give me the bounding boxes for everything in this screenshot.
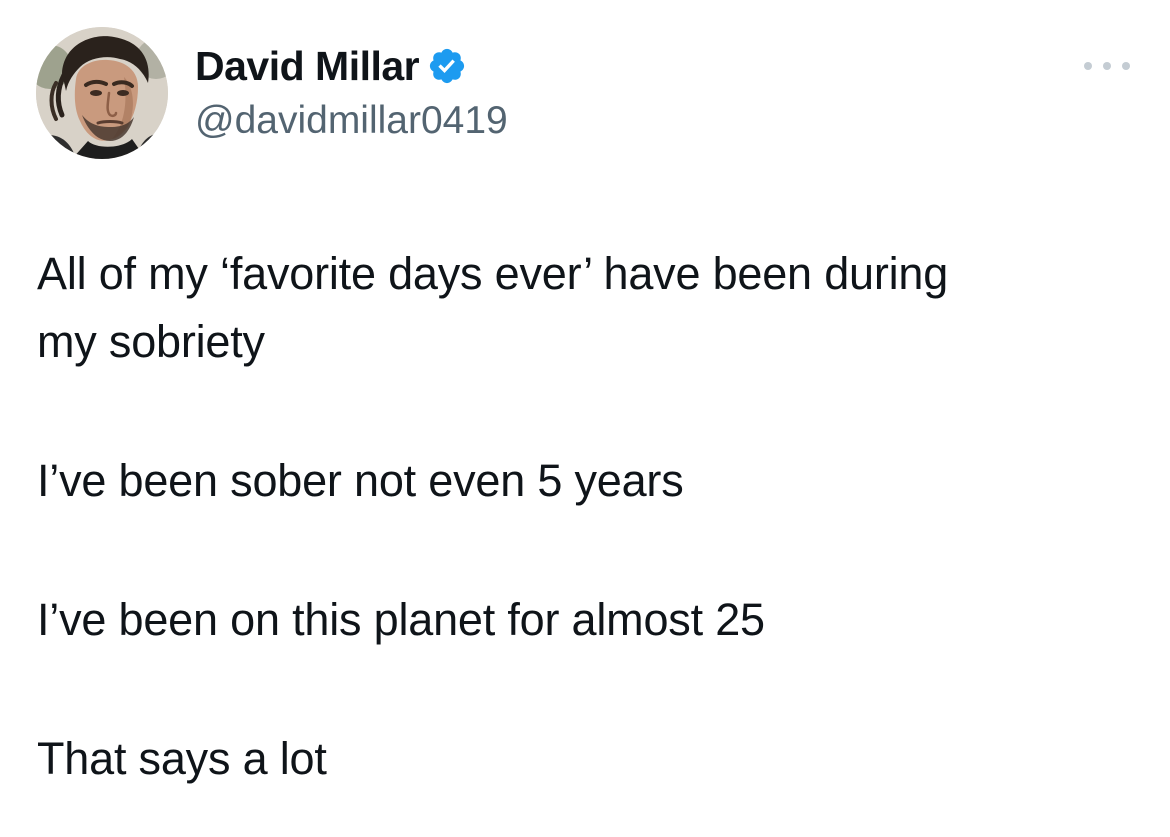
tweet-card: David Millar @davidmillar0419 All of my … xyxy=(0,0,1170,837)
author-handle[interactable]: @davidmillar0419 xyxy=(195,96,508,146)
author-name-row: David Millar xyxy=(195,40,467,92)
more-horizontal-icon xyxy=(1103,62,1111,70)
tweet-paragraph: I’ve been on this planet for almost 25 xyxy=(37,594,765,645)
tweet-paragraph: That says a lot xyxy=(37,733,327,784)
avatar[interactable] xyxy=(36,27,168,159)
tweet-text: All of my ‘favorite days ever’ have been… xyxy=(37,240,1137,793)
tweet-paragraph: All of my ‘favorite days ever’ have been… xyxy=(37,248,949,367)
author-display-name[interactable]: David Millar xyxy=(195,40,420,92)
more-horizontal-icon xyxy=(1122,62,1130,70)
more-options-button[interactable] xyxy=(1080,52,1134,80)
more-horizontal-icon xyxy=(1084,62,1092,70)
tweet-paragraph: I’ve been sober not even 5 years xyxy=(37,455,684,506)
verified-badge-icon[interactable] xyxy=(427,46,467,86)
avatar-image xyxy=(36,27,168,159)
